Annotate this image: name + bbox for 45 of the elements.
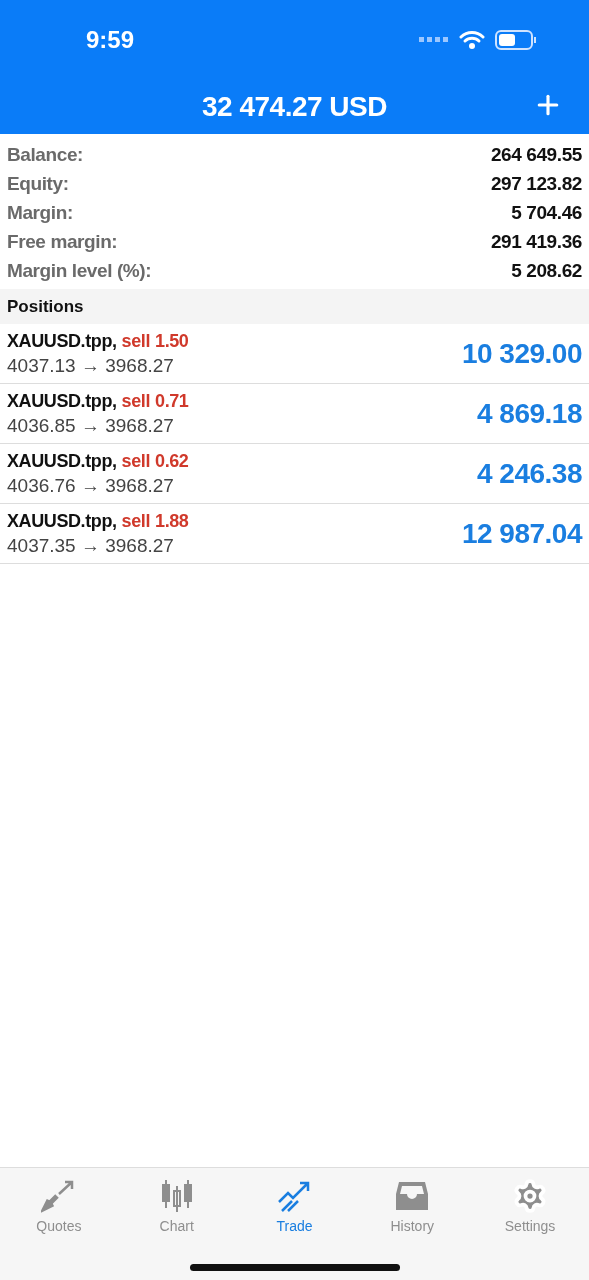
- position-symbol: XAUUSD.tpp,: [7, 330, 117, 352]
- summary-value: 5 208.62: [511, 259, 582, 282]
- account-total: 32 474.27 USD: [202, 91, 387, 123]
- position-profit: 10 329.00: [461, 337, 582, 370]
- summary-value: 264 649.55: [490, 143, 582, 166]
- position-row[interactable]: XAUUSD.tpp, sell 0.71 4036.85 → 3968.27 4 869.18: [0, 384, 589, 444]
- tab-button[interactable]: History: [362, 1176, 463, 1236]
- position-volume: 0.62: [155, 450, 189, 472]
- position-symbol: XAUUSD.tpp,: [7, 450, 117, 472]
- position-symbol: XAUUSD.tpp,: [7, 510, 117, 532]
- position-profit: 4 869.18: [477, 397, 582, 430]
- battery-icon: [495, 30, 537, 50]
- position-row[interactable]: XAUUSD.tpp, sell 1.50 4037.13 → 3968.27 10 329.00: [0, 324, 589, 384]
- summary-value: 5 704.46: [511, 201, 582, 224]
- position-symbol: XAUUSD.tpp,: [7, 390, 117, 412]
- position-side: sell: [121, 330, 151, 352]
- position-prices: 4037.13 → 3968.27: [7, 354, 175, 377]
- position-volume: 1.50: [155, 330, 189, 352]
- position-row[interactable]: XAUUSD.tpp, sell 1.88 4037.35 → 3968.27 12 987.04: [0, 504, 589, 564]
- tab-button[interactable]: Trade: [244, 1176, 345, 1236]
- position-row[interactable]: XAUUSD.tpp, sell 0.62 4036.76 → 3968.27 4 246.38: [0, 444, 589, 504]
- status-time: 9:59: [86, 26, 135, 54]
- summary-value: 291 419.36: [490, 230, 582, 253]
- position-volume: 1.88: [155, 510, 189, 532]
- position-side: sell: [121, 450, 151, 472]
- position-prices: 4036.76 → 3968.27: [7, 474, 175, 497]
- position-profit: 4 246.38: [477, 457, 582, 490]
- signal-dots-icon: [419, 37, 449, 43]
- summary-label: Margin:: [7, 201, 73, 224]
- tab-button[interactable]: Chart: [126, 1176, 227, 1236]
- position-side: sell: [121, 390, 151, 412]
- tab-button[interactable]: Quotes: [8, 1176, 109, 1236]
- summary-label: Free margin:: [7, 230, 118, 253]
- summary-value: 297 123.82: [490, 172, 582, 195]
- summary-label: Margin level (%):: [7, 259, 152, 282]
- position-profit: 12 987.04: [461, 517, 582, 550]
- position-prices: 4037.35 → 3968.27: [7, 534, 175, 557]
- position-volume: 0.71: [155, 390, 189, 412]
- section-title: Positions: [7, 296, 84, 317]
- wifi-icon: [459, 30, 485, 50]
- summary-label: Balance:: [7, 143, 83, 166]
- position-side: sell: [121, 510, 151, 532]
- position-prices: 4036.85 → 3968.27: [7, 414, 175, 437]
- summary-label: Equity:: [7, 172, 69, 195]
- tab-button[interactable]: Settings: [480, 1176, 581, 1236]
